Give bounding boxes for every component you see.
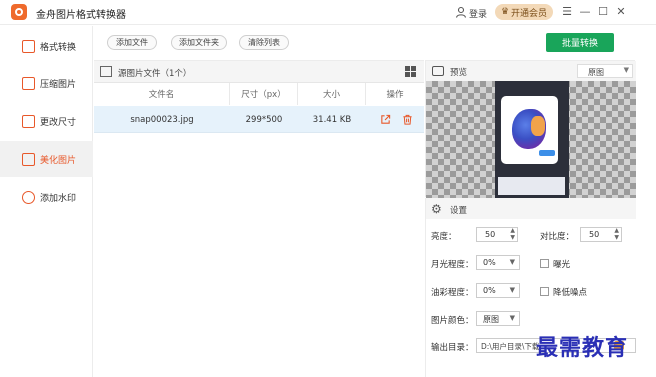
sidebar-item-format-convert[interactable]: 格式转换 (0, 28, 93, 64)
sidebar-item-watermark[interactable]: 添加水印 (0, 179, 93, 215)
title-bar: 金舟图片格式转换器 登录 ♛ 开通会员 ☰ — ☐ ✕ (0, 0, 656, 25)
sidebar: 格式转换 压缩图片 更改尺寸 美化图片 添加水印 (0, 26, 93, 377)
cell-size: 31.41 KB (312, 114, 352, 125)
preview-mode-value: 原图 (588, 68, 604, 77)
open-external-icon[interactable] (380, 114, 391, 125)
chevron-down-icon: ▼ (623, 66, 629, 74)
brightness-value: 50 (485, 230, 496, 239)
denoise-label: 降低噪点 (553, 288, 588, 298)
exposure-label: 曝光 (553, 260, 571, 270)
sidebar-item-compress[interactable]: 压缩图片 (0, 65, 93, 101)
oil-paint-select[interactable]: 0% ▼ (476, 283, 520, 298)
output-dir-value: D:\用户目录\下载 (481, 342, 540, 351)
app-logo-icon (11, 4, 27, 20)
beautify-icon (22, 152, 35, 166)
file-list-panel: 源图片文件（1个） 文件名 尺寸（px） 大小 操作 snap00023.jpg… (94, 60, 424, 377)
spinner-arrows-icon[interactable]: ▲ ▼ (614, 227, 619, 241)
cell-filename: snap00023.jpg (130, 114, 194, 125)
preview-canvas (426, 81, 636, 198)
exposure-checkbox[interactable] (540, 259, 549, 268)
column-header-actions: 操作 (386, 90, 404, 100)
close-button[interactable]: ✕ (614, 5, 628, 19)
denoise-checkbox[interactable] (540, 287, 549, 296)
batch-convert-button[interactable]: 批量转换 (546, 33, 614, 52)
chevron-down-icon: ▼ (509, 286, 515, 294)
sidebar-item-label: 格式转换 (40, 42, 77, 53)
user-icon[interactable] (455, 6, 467, 18)
preview-mode-select[interactable]: 原图 ▼ (577, 64, 633, 78)
settings-header: ⚙ 设置 (426, 198, 636, 219)
cell-dimensions: 299*500 (245, 114, 283, 125)
oil-paint-value: 0% (483, 286, 496, 295)
sidebar-item-label: 美化图片 (40, 155, 77, 166)
output-dir-label: 输出目录： (431, 343, 474, 353)
clear-list-button[interactable]: 清除列表 (239, 35, 289, 50)
image-color-label: 图片颜色： (431, 316, 474, 326)
app-window: 金舟图片格式转换器 登录 ♛ 开通会员 ☰ — ☐ ✕ 格式转换 压缩图片 更改… (0, 0, 656, 377)
compress-icon (22, 76, 35, 90)
moonlight-select[interactable]: 0% ▼ (476, 255, 520, 270)
login-link[interactable]: 登录 (469, 7, 487, 20)
resize-icon (22, 114, 35, 128)
format-convert-icon (22, 39, 35, 53)
contrast-label: 对比度： (540, 232, 575, 242)
gear-icon: ⚙ (431, 202, 442, 216)
right-margin (636, 60, 656, 377)
column-header-size: 大小 (298, 83, 366, 105)
contrast-spinner[interactable]: 50 ▲ ▼ (580, 227, 622, 242)
image-icon (100, 66, 112, 77)
contrast-value: 50 (589, 230, 600, 239)
chevron-down-icon: ▼ (509, 258, 515, 266)
sidebar-item-beautify[interactable]: 美化图片 (0, 141, 93, 177)
vip-button[interactable]: ♛ 开通会员 (495, 4, 553, 20)
crown-icon: ♛ (500, 7, 510, 17)
preview-image (495, 81, 569, 198)
spinner-arrows-icon[interactable]: ▲ ▼ (510, 227, 515, 241)
sidebar-item-resize[interactable]: 更改尺寸 (0, 103, 93, 139)
add-file-button[interactable]: 添加文件 (107, 35, 157, 50)
menu-icon[interactable]: ☰ (560, 5, 574, 19)
camera-icon (432, 66, 444, 76)
grid-view-icon[interactable] (405, 66, 416, 77)
chevron-down-icon: ▼ (509, 314, 515, 322)
delete-icon[interactable] (402, 114, 413, 125)
sidebar-item-label: 更改尺寸 (40, 117, 77, 128)
settings-label: 设置 (450, 206, 468, 216)
moonlight-label: 月光程度： (431, 260, 474, 270)
table-row[interactable]: snap00023.jpg 299*500 31.41 KB (94, 106, 424, 133)
add-folder-button[interactable]: 添加文件夹 (171, 35, 227, 50)
watermark-icon (22, 190, 35, 204)
file-list-header: 源图片文件（1个） (94, 61, 424, 83)
sidebar-item-label: 添加水印 (40, 193, 77, 204)
minimize-button[interactable]: — (578, 5, 592, 19)
sidebar-item-label: 压缩图片 (40, 79, 77, 90)
moonlight-value: 0% (483, 258, 496, 267)
file-list-title: 源图片文件（1个） (118, 69, 192, 79)
column-header-dimensions: 尺寸（px） (230, 83, 298, 105)
image-color-select[interactable]: 原图 ▼ (476, 311, 520, 326)
preview-header: 预览 原图 ▼ (426, 61, 636, 81)
brightness-spinner[interactable]: 50 ▲ ▼ (476, 227, 518, 242)
column-header-filename: 文件名 (94, 83, 230, 105)
app-title: 金舟图片格式转换器 (36, 10, 126, 21)
brightness-label: 亮度： (431, 232, 457, 242)
maximize-button[interactable]: ☐ (596, 5, 610, 19)
preview-panel: 预览 原图 ▼ (425, 60, 636, 198)
image-color-value: 原图 (483, 315, 499, 324)
preview-label: 预览 (450, 68, 468, 78)
toolbar: 添加文件 添加文件夹 清除列表 批量转换 (94, 26, 656, 59)
watermark-text: 最需教育 (536, 335, 629, 361)
oil-paint-label: 油彩程度： (431, 288, 474, 298)
vip-label: 开通会员 (511, 8, 548, 19)
